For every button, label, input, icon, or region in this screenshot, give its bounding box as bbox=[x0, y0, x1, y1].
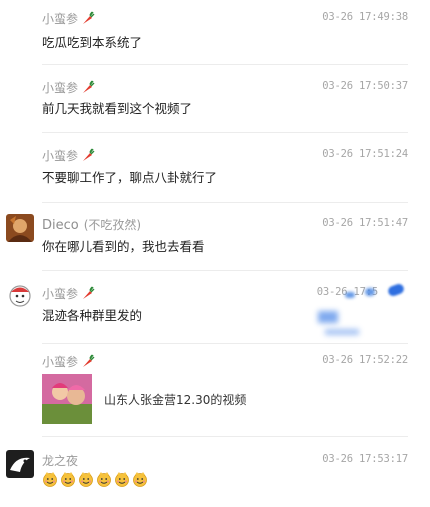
sender-name[interactable]: 小蛮参 bbox=[42, 353, 95, 370]
message-text: 你在哪儿看到的，我也去看看 bbox=[42, 239, 205, 254]
sender-name[interactable]: 小蛮参 bbox=[42, 285, 95, 302]
separator bbox=[42, 64, 408, 65]
smiley-face-emoji bbox=[97, 472, 111, 487]
message-text: 吃瓜吃到本系统了 bbox=[42, 35, 143, 50]
sender-name[interactable]: 小蛮参 bbox=[42, 147, 95, 164]
separator bbox=[42, 202, 408, 203]
sender-name[interactable]: 小蛮参 bbox=[42, 10, 95, 27]
avatar[interactable] bbox=[6, 450, 34, 478]
avatar-image bbox=[6, 281, 34, 309]
separator bbox=[42, 270, 408, 271]
video-title: 山东人张金营12.30的视频 bbox=[104, 393, 247, 407]
blur-artifact bbox=[365, 288, 375, 296]
avatar-image bbox=[6, 450, 34, 478]
smiley-face-emoji bbox=[133, 472, 147, 487]
timestamp: 03-26 17:51:24 bbox=[322, 148, 408, 160]
avatar-image bbox=[6, 214, 34, 242]
message-text: 混迹各种群里发的 bbox=[42, 308, 143, 323]
smiley-face-emoji bbox=[115, 472, 129, 487]
timestamp: 03-26 17:51:47 bbox=[322, 217, 408, 229]
separator bbox=[42, 132, 408, 133]
sender-name[interactable]: Dieco (不吃孜然) bbox=[42, 216, 141, 233]
separator bbox=[42, 343, 408, 344]
timestamp: 03-26 17:49:38 bbox=[322, 11, 408, 23]
carrot-icon bbox=[83, 354, 95, 367]
separator bbox=[42, 436, 408, 437]
blur-artifact bbox=[345, 292, 355, 298]
sender-note: (不吃孜然) bbox=[83, 218, 142, 232]
smiley-face-emoji bbox=[79, 472, 93, 487]
timestamp: 03-26 17:52:22 bbox=[322, 354, 408, 366]
blur-artifact bbox=[386, 282, 406, 298]
smiley-face-emoji bbox=[61, 472, 75, 487]
carrot-icon bbox=[83, 11, 95, 24]
avatar[interactable] bbox=[6, 214, 34, 242]
video-thumbnail bbox=[42, 374, 92, 424]
smiley-face-emoji bbox=[43, 472, 57, 487]
message-text: 前几天我就看到这个视频了 bbox=[42, 101, 193, 116]
sender-name[interactable]: 小蛮参 bbox=[42, 79, 95, 96]
carrot-icon bbox=[83, 148, 95, 161]
blur-artifact bbox=[318, 311, 338, 323]
carrot-icon bbox=[83, 286, 95, 299]
blur-artifact bbox=[325, 329, 359, 335]
message-text: 不要聊工作了，聊点八卦就行了 bbox=[42, 170, 218, 185]
avatar[interactable] bbox=[6, 281, 34, 309]
emoji-row bbox=[42, 471, 150, 489]
timestamp: 03-26 17:53:17 bbox=[322, 453, 408, 465]
timestamp: 03-26 17:50:37 bbox=[322, 80, 408, 92]
sender-name[interactable]: 龙之夜 bbox=[42, 452, 78, 469]
video-card[interactable]: 山东人张金营12.30的视频 bbox=[42, 374, 246, 424]
carrot-icon bbox=[83, 80, 95, 93]
